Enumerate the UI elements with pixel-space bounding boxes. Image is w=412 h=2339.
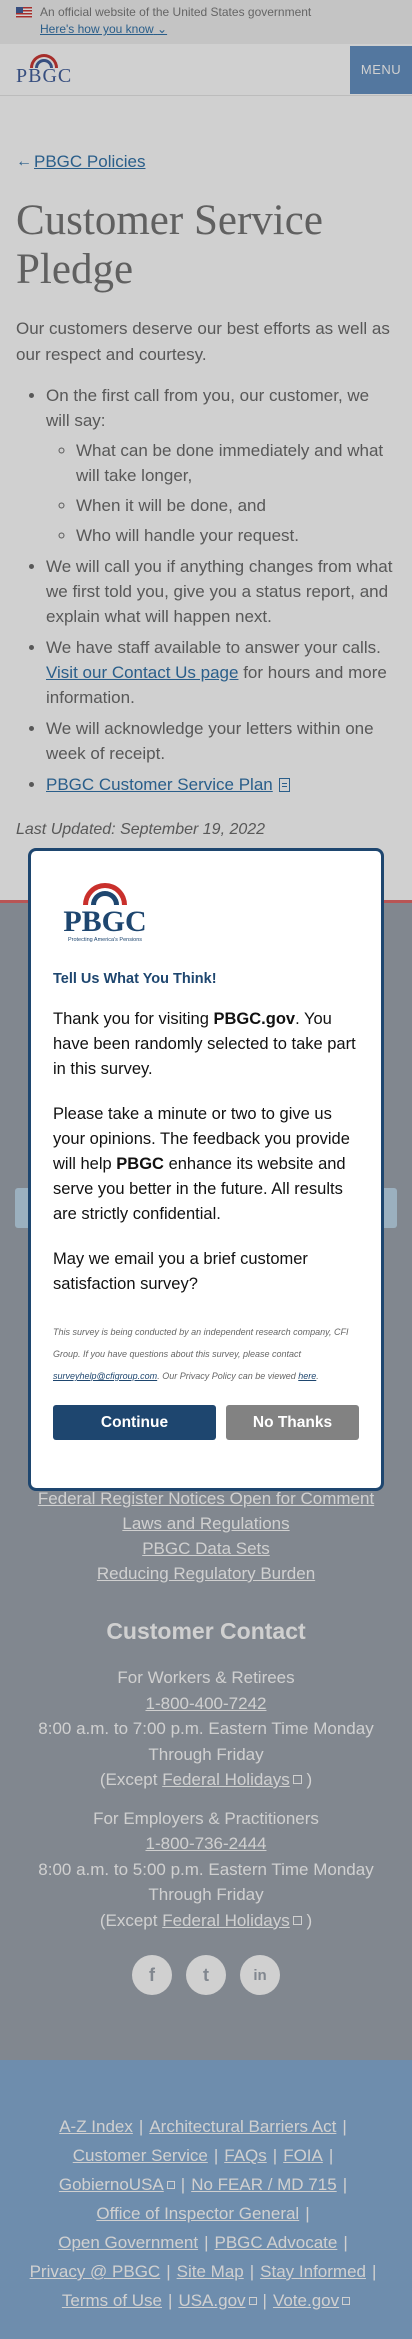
survey-modal: PBGC Protecting America's Pensions Tell … [28, 848, 384, 1491]
survey-disclaimer: This survey is being conducted by an ind… [53, 1327, 349, 1381]
modal-paragraph: May we email you a brief customer satisf… [53, 1250, 308, 1293]
modal-paragraph: Please take a minute or two to give us y… [53, 1105, 350, 1223]
survey-email-link[interactable]: surveyhelp@cfigroup.com [53, 1371, 157, 1381]
privacy-policy-link[interactable]: here [298, 1371, 316, 1381]
modal-paragraph: Thank you for visiting PBGC.gov. You hav… [53, 1010, 356, 1078]
modal-title: Tell Us What You Think! [53, 971, 217, 987]
no-thanks-button[interactable]: No Thanks [226, 1405, 359, 1440]
pbgc-logo: PBGC Protecting America's Pensions [53, 879, 163, 949]
continue-button[interactable]: Continue [53, 1405, 216, 1440]
